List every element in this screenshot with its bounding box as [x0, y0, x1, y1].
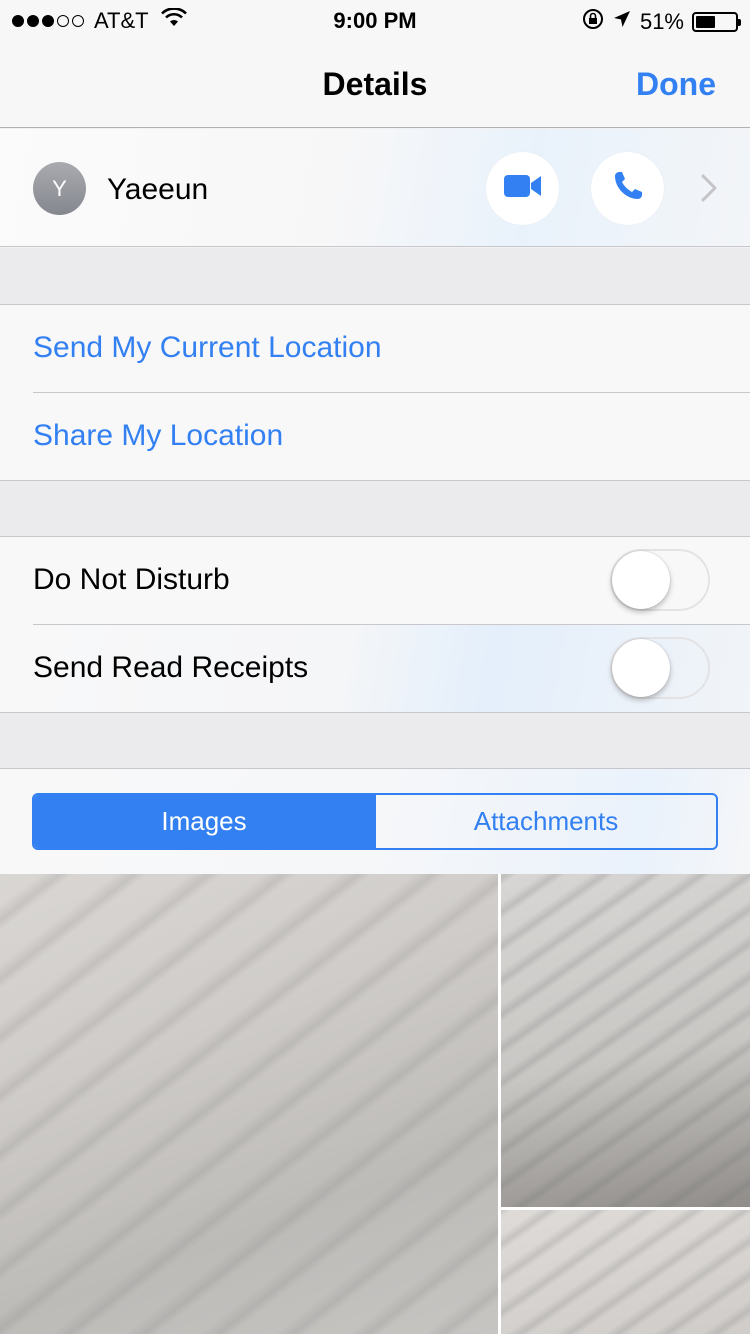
status-right: 51% — [582, 8, 741, 36]
segment-attachments[interactable]: Attachments — [374, 795, 716, 848]
image-thumbnail[interactable] — [501, 1210, 750, 1334]
location-arrow-icon — [612, 9, 632, 35]
battery-icon — [692, 12, 741, 32]
image-thumbnail[interactable] — [0, 874, 498, 1334]
media-filter-section: Images Attachments — [0, 769, 750, 874]
share-location-link[interactable]: Share My Location — [33, 419, 283, 453]
chevron-right-icon[interactable] — [700, 173, 718, 208]
rotation-lock-icon — [582, 8, 604, 36]
do-not-disturb-label: Do Not Disturb — [33, 563, 230, 596]
read-receipts-cell: Send Read Receipts — [0, 625, 750, 713]
phone-icon — [612, 170, 644, 207]
phone-call-button[interactable] — [591, 152, 664, 225]
done-button[interactable]: Done — [636, 66, 716, 103]
battery-percent: 51% — [639, 9, 684, 34]
read-receipts-toggle[interactable] — [610, 637, 710, 699]
video-call-button[interactable] — [486, 152, 559, 225]
toggle-knob — [612, 551, 670, 609]
send-current-location-cell[interactable]: Send My Current Location — [0, 305, 750, 393]
read-receipts-label: Send Read Receipts — [33, 651, 309, 684]
contact-row[interactable]: Y Yaeeun — [0, 129, 750, 247]
share-location-cell[interactable]: Share My Location — [0, 393, 750, 481]
contact-name[interactable]: Yaeeun — [107, 173, 208, 207]
section-gap — [0, 248, 750, 305]
do-not-disturb-cell: Do Not Disturb — [0, 537, 750, 625]
section-gap — [0, 481, 750, 537]
image-grid — [0, 874, 750, 1334]
media-segmented-control[interactable]: Images Attachments — [32, 793, 718, 850]
navigation-bar: Details Done — [0, 40, 750, 128]
segment-images[interactable]: Images — [34, 795, 374, 848]
video-icon — [503, 173, 543, 204]
image-thumbnail[interactable] — [501, 874, 750, 1207]
status-bar: AT&T 9:00 PM 51% — [0, 0, 750, 40]
section-gap — [0, 713, 750, 769]
avatar[interactable]: Y — [33, 162, 86, 215]
send-current-location-link[interactable]: Send My Current Location — [33, 331, 382, 365]
toggle-knob — [612, 639, 670, 697]
do-not-disturb-toggle[interactable] — [610, 549, 710, 611]
